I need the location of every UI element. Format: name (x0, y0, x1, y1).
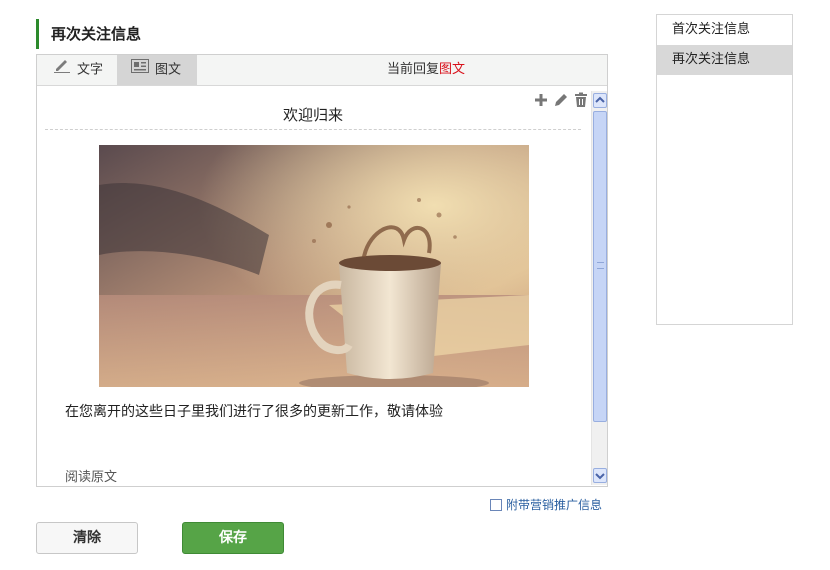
article-digest: 在您离开的这些日子里我们进行了很多的更新工作，敬请体验 (65, 404, 443, 420)
tab-text[interactable]: 文字 (37, 55, 117, 85)
editor-content: 欢迎归来 在您离开的这些日子里我们进行了很多的更新工作，敬请体验 阅读原文 (37, 86, 591, 486)
scroll-up-button[interactable] (593, 93, 607, 108)
clear-button[interactable]: 清除 (36, 522, 138, 554)
article-title: 欢迎归来 (45, 100, 581, 130)
tab-news[interactable]: 图文 (117, 55, 197, 85)
side-item-refollow[interactable]: 再次关注信息 (657, 45, 792, 75)
article-cover-image (99, 145, 529, 387)
reply-editor: 文字 图文 当前回复图文 欢迎归来 在您离开的这些日子里我们进行了很多的更新工作… (36, 54, 608, 487)
tab-text-label: 文字 (77, 62, 104, 78)
reply-status-prefix: 当前回复 (387, 62, 440, 77)
marketing-option[interactable]: 附带营销推广信息 (490, 497, 602, 513)
editor-scrollbar[interactable] (591, 91, 607, 485)
save-button[interactable]: 保存 (182, 522, 284, 554)
page-title: 再次关注信息 (36, 19, 596, 49)
marketing-label[interactable]: 附带营销推广信息 (506, 498, 602, 512)
tab-news-label: 图文 (155, 62, 182, 78)
marketing-checkbox[interactable] (490, 499, 502, 511)
read-more-link[interactable]: 阅读原文 (65, 466, 117, 485)
reply-status-type: 图文 (439, 62, 466, 77)
scroll-down-button[interactable] (593, 468, 607, 483)
side-item-first-follow[interactable]: 首次关注信息 (657, 15, 792, 45)
editor-toolbar: 文字 图文 当前回复图文 (37, 55, 607, 86)
reply-status: 当前回复图文 (387, 55, 465, 85)
side-panel: 首次关注信息 再次关注信息 (656, 14, 793, 325)
scroll-grip-icon (597, 262, 604, 269)
news-card-icon (131, 55, 149, 85)
scroll-thumb[interactable] (593, 111, 607, 422)
pencil-icon (53, 55, 71, 85)
